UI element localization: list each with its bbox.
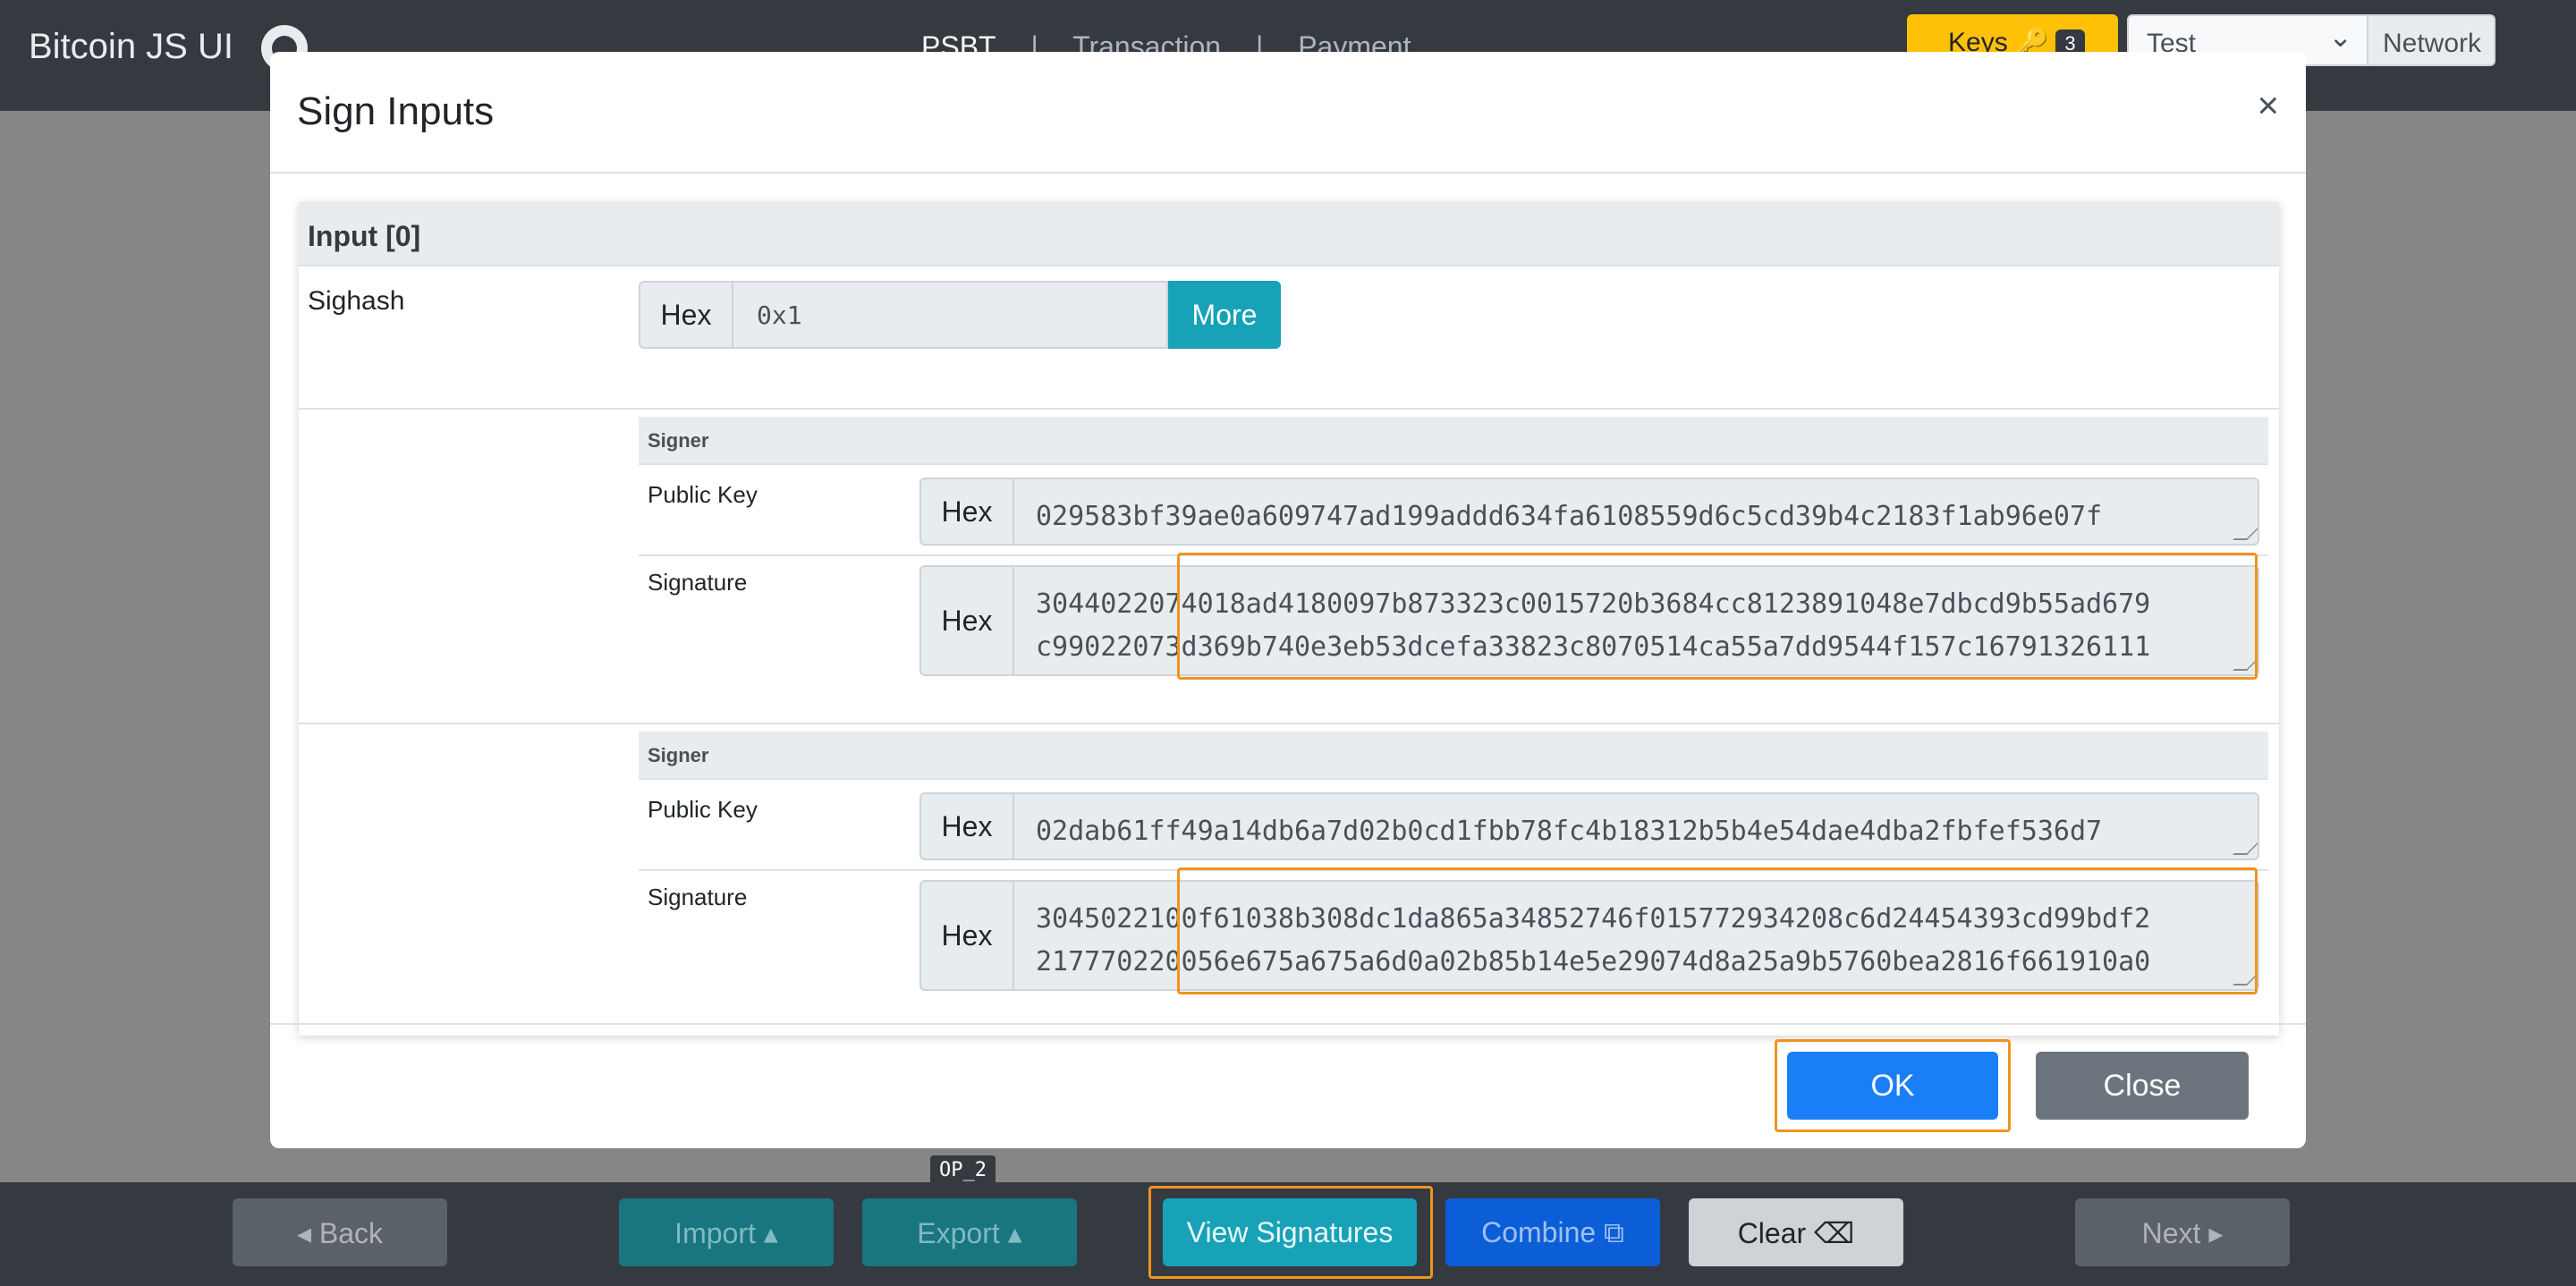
public-key-textarea[interactable]: 029583bf39ae0a609747ad199addd634fa610855… <box>1014 478 2259 546</box>
public-key-label: Public Key <box>648 796 758 823</box>
clear-button[interactable]: Clear ⌫ <box>1689 1198 1903 1266</box>
public-key-textarea[interactable]: 02dab61ff49a14db6a7d02b0cd1fbb78fc4b1831… <box>1014 792 2259 860</box>
input-header: Input [0] <box>299 202 2279 267</box>
signature-prefix: Hex <box>919 565 1014 676</box>
public-key-input-group: Hex 029583bf39ae0a609747ad199addd634fa61… <box>919 478 2259 546</box>
modal-header-divider <box>270 172 2306 173</box>
sighash-input-group: Hex 0x1 More <box>639 281 1281 349</box>
sighash-input[interactable]: 0x1 <box>733 281 1168 349</box>
modal-footer-divider <box>270 1023 2306 1025</box>
op-chip: OP_2 <box>930 1155 996 1185</box>
network-label: Network <box>2368 14 2496 66</box>
public-key-prefix: Hex <box>919 478 1014 546</box>
next-button[interactable]: Next ▸ <box>2075 1198 2290 1266</box>
view-signatures-focus <box>1148 1186 1433 1279</box>
public-key-input-group: Hex 02dab61ff49a14db6a7d02b0cd1fbb78fc4b… <box>919 792 2259 860</box>
signature-focus <box>1177 553 2258 680</box>
import-button[interactable]: Import ▴ <box>619 1198 834 1266</box>
export-button[interactable]: Export ▴ <box>862 1198 1077 1266</box>
signer-header: Signer <box>639 732 2268 780</box>
signer-header: Signer <box>639 417 2268 465</box>
public-key-prefix: Hex <box>919 792 1014 860</box>
modal-title: Sign Inputs <box>297 89 495 133</box>
signature-label: Signature <box>648 569 748 596</box>
ok-button[interactable]: OK <box>1787 1052 1998 1120</box>
sighash-label: Sighash <box>308 286 405 316</box>
back-button[interactable]: ◂ Back <box>233 1198 447 1266</box>
sighash-prefix: Hex <box>639 281 733 349</box>
signature-prefix: Hex <box>919 880 1014 991</box>
input-card: Input [0] Sighash Hex 0x1 More Signer Pu… <box>299 202 2279 1036</box>
close-icon[interactable]: × <box>2257 84 2279 127</box>
signature-focus <box>1177 867 2258 994</box>
close-button[interactable]: Close <box>2036 1052 2249 1120</box>
sign-inputs-modal: Sign Inputs × Input [0] Sighash Hex 0x1 … <box>270 52 2306 1148</box>
row-divider <box>299 408 2279 410</box>
public-key-label: Public Key <box>648 481 758 508</box>
signature-label: Signature <box>648 884 748 910</box>
row-divider <box>299 723 2279 724</box>
more-button[interactable]: More <box>1168 281 1281 349</box>
combine-button[interactable]: Combine ⧉ <box>1445 1198 1660 1266</box>
brand-title[interactable]: Bitcoin JS UI <box>29 27 233 67</box>
